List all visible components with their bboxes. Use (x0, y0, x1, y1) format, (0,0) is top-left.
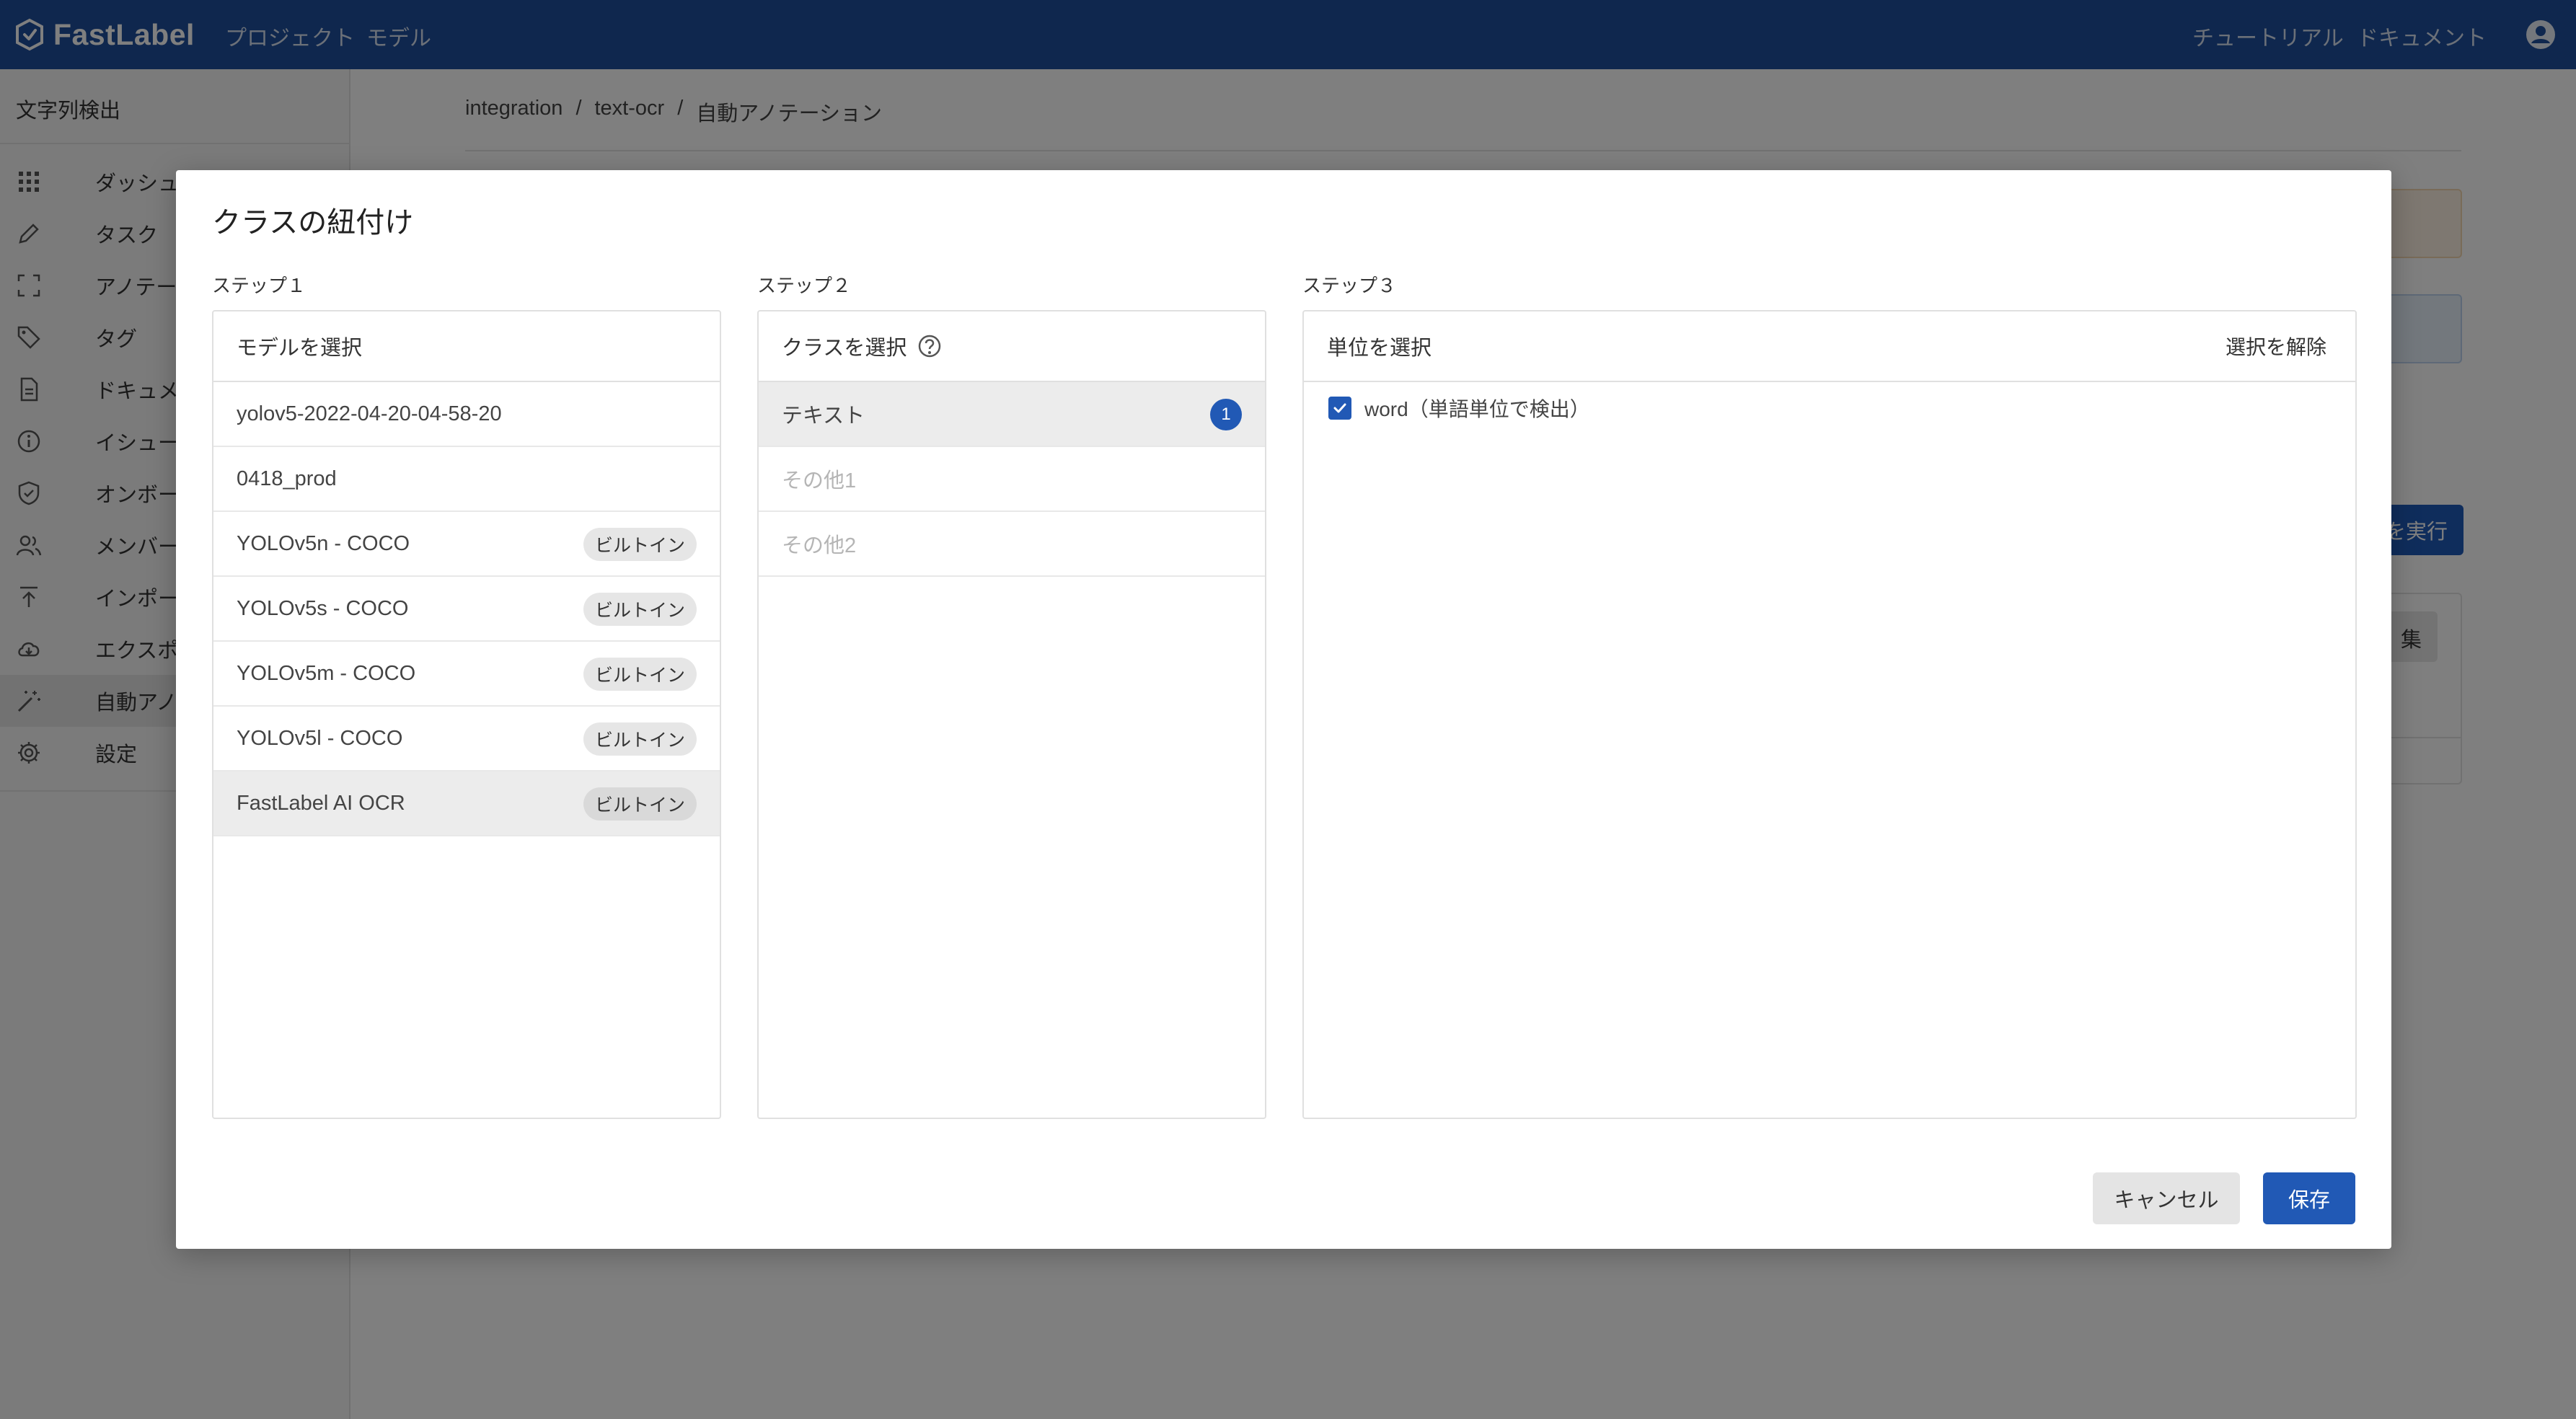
model-name: YOLOv5m - COCO (237, 661, 416, 685)
check-icon (1333, 403, 1346, 413)
class-name: その他1 (782, 469, 857, 492)
save-button[interactable]: 保存 (2263, 1172, 2355, 1224)
class-item[interactable]: その他1 (759, 447, 1265, 512)
unit-select-panel: 単位を選択 選択を解除 word（単語単位で検出） (1302, 310, 2357, 1119)
class-name: テキスト (782, 405, 865, 428)
step1-label: ステップ１ (212, 275, 306, 296)
unit-option-word[interactable]: word（単語単位で検出） (1328, 394, 1590, 423)
panel-header: モデルを選択 (213, 311, 720, 382)
model-item-selected[interactable]: FastLabel AI OCR ビルトイン (213, 772, 720, 836)
model-select-panel: モデルを選択 yolov5-2022-04-20-04-58-20 0418_p… (212, 310, 721, 1119)
class-item[interactable]: その他2 (759, 512, 1265, 577)
builtin-badge: ビルトイン (583, 787, 697, 821)
panel-header-label: 単位を選択 (1327, 337, 1432, 360)
builtin-badge: ビルトイン (583, 722, 697, 756)
model-name: YOLOv5s - COCO (237, 596, 409, 620)
dialog-title: クラスの紐付け (212, 207, 414, 239)
class-name: その他2 (782, 534, 857, 557)
panel-header-label: クラスを選択 (782, 337, 907, 360)
model-item[interactable]: yolov5-2022-04-20-04-58-20 (213, 382, 720, 447)
help-icon[interactable] (917, 333, 943, 359)
model-item[interactable]: YOLOv5m - COCO ビルトイン (213, 642, 720, 707)
deselect-button[interactable]: 選択を解除 (2226, 332, 2326, 361)
model-name: YOLOv5l - COCO (237, 726, 403, 750)
model-item[interactable]: 0418_prod (213, 447, 720, 512)
model-item[interactable]: YOLOv5s - COCO ビルトイン (213, 577, 720, 642)
builtin-badge: ビルトイン (583, 593, 697, 626)
model-item[interactable]: YOLOv5l - COCO ビルトイン (213, 707, 720, 772)
model-name: YOLOv5n - COCO (237, 531, 410, 555)
checkbox-checked[interactable] (1328, 397, 1351, 420)
panel-header: 単位を選択 選択を解除 (1304, 311, 2355, 382)
count-badge: 1 (1210, 399, 1242, 430)
model-name: 0418_prod (237, 467, 337, 490)
cancel-button[interactable]: キャンセル (2093, 1172, 2240, 1224)
builtin-badge: ビルトイン (583, 528, 697, 561)
class-item-selected[interactable]: テキスト 1 (759, 382, 1265, 447)
model-name: yolov5-2022-04-20-04-58-20 (237, 402, 502, 425)
class-mapping-dialog: クラスの紐付け ステップ１ モデルを選択 yolov5-2022-04-20-0… (176, 170, 2391, 1249)
model-item[interactable]: YOLOv5n - COCO ビルトイン (213, 512, 720, 577)
unit-option-label: word（単語単位で検出） (1364, 398, 1590, 420)
class-select-panel: クラスを選択 テキスト 1 その他1 その他2 (757, 310, 1266, 1119)
builtin-badge: ビルトイン (583, 658, 697, 691)
model-name: FastLabel AI OCR (237, 791, 405, 815)
panel-header: クラスを選択 (759, 311, 1265, 382)
step2-label: ステップ２ (757, 275, 852, 296)
step3-label: ステップ３ (1302, 275, 1397, 296)
